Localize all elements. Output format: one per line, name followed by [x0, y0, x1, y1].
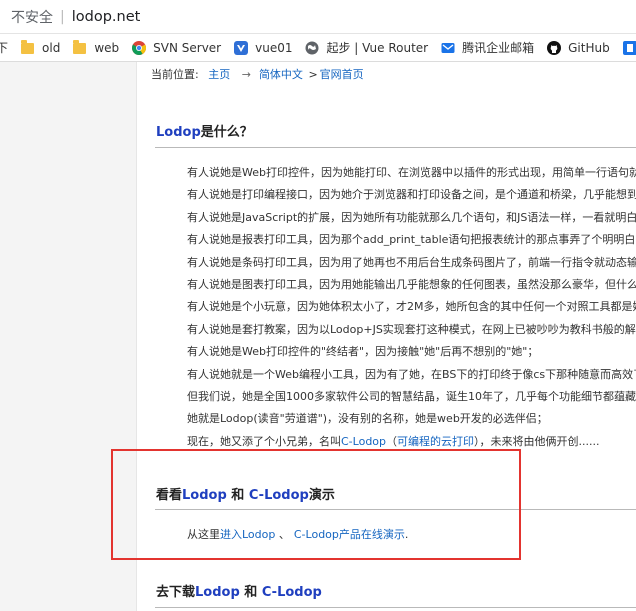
bookmark-github[interactable]: GitHub	[547, 40, 610, 55]
section-title-download: 去下载Lodop 和 C-Lodop	[156, 581, 322, 600]
clodop-link[interactable]: C-Lodop	[341, 435, 386, 448]
intro-line: 有人说她是报表打印工具，因为那个add_print_table语句把报表统计的那…	[187, 233, 636, 247]
folder-icon	[73, 39, 87, 55]
intro-line: 有人说她是套打教案，因为以Lodop+JS实现套打这种模式，在网上已被吵吵为教科…	[187, 322, 636, 336]
breadcrumb-page-link[interactable]: 官网首页	[320, 68, 364, 81]
bookmark-label: 下	[0, 39, 8, 56]
address-bar[interactable]: 不安全 | lodop.net	[0, 0, 636, 34]
bookmark-partial[interactable]: 下	[0, 39, 8, 56]
vue-icon	[234, 40, 249, 55]
bookmark-label: 起步 | Vue Router	[326, 41, 429, 55]
url-text[interactable]: lodop.net	[72, 9, 141, 25]
intro-line: 有人说她是打印编程接口，因为她介于浏览器和打印设备之间，是个通道和桥梁，几乎能想…	[187, 188, 636, 202]
intro-line: 有人说她是JavaScript的扩展，因为她所有功能就那么几个语句，和JS语法一…	[187, 210, 636, 224]
title-highlight: Lodop	[156, 125, 201, 140]
bookmark-vue01[interactable]: vue01	[234, 40, 293, 55]
intro-line: 她就是Lodop(读音"劳道谱")，没有别的名称，她是web开发的必选伴侣；	[187, 412, 548, 426]
breadcrumb-arrow: →	[241, 68, 251, 81]
bookmark-web[interactable]: web	[73, 39, 120, 55]
bookmark-tencent-mail[interactable]: 腾讯企业邮箱	[441, 39, 534, 56]
bookmark-label: web	[94, 40, 120, 55]
text: 和	[239, 585, 262, 600]
intro-line: 有人说她是个小玩意，因为她体积太小了，才2M多，她所包含的其中任何一个对照工具都…	[187, 300, 636, 314]
text: 现在，她又添了个小兄弟，名叫	[187, 434, 341, 448]
intro-line: 有人说她是条码打印工具，因为用了她再也不用后台生成条码图片了，前端一行指令就动态…	[187, 255, 636, 269]
bookmark-old[interactable]: old	[21, 39, 61, 55]
intro-line: 有人说她就是一个Web编程小工具，因为有了她，在BS下的打印终于像cs下那种随意…	[187, 367, 636, 381]
bookmark-label: GitHub	[568, 40, 610, 55]
breadcrumb: 当前位置: 主页 → 简体中文 > 官网首页	[151, 66, 364, 82]
globe-icon	[305, 41, 319, 55]
highlight-annotation-box	[111, 449, 521, 560]
bookmark-svn-server[interactable]: SVN Server	[132, 40, 222, 55]
breadcrumb-home-link[interactable]: 主页	[208, 68, 230, 81]
intro-line: 有人说她是Web打印控件的"终结者"，因为接触"她"后再不想别的"她"；	[187, 345, 539, 359]
title-highlight: C-Lodop	[261, 585, 322, 600]
text: （	[386, 434, 398, 448]
intro-line: 有人说她是Web打印控件，因为她能打印、在浏览器中以插件的形式出现，用简单一行语…	[187, 166, 636, 179]
cloud-print-link[interactable]: 可编程的云打印	[397, 435, 474, 448]
intro-line: 有人说她是图表打印工具，因为用她能输出几乎能想象的任何图表，虽然没那么豪华，但什…	[187, 278, 636, 292]
breadcrumb-lang-link[interactable]: 简体中文	[259, 68, 303, 81]
breadcrumb-separator: >	[308, 68, 318, 81]
breadcrumb-prefix: 当前位置:	[151, 68, 199, 81]
intro-line: 但我们说，她是全国1000多家软件公司的智慧结晶，诞生10年了，几乎每个功能细节…	[187, 390, 636, 404]
section-title-what-is-lodop: Lodop是什么？	[156, 121, 253, 140]
bookmark-label: 腾讯企业邮箱	[462, 41, 535, 55]
app-icon	[622, 40, 636, 55]
bookmark-label: old	[42, 40, 61, 55]
text: ），未来将由他俩开创......	[474, 434, 600, 448]
bookmarks-bar: 下 old web SVN Server vue01 起步 | Vue Rout…	[0, 34, 636, 62]
bookmark-label: vue01	[255, 40, 293, 55]
security-indicator[interactable]: 不安全	[11, 7, 53, 27]
github-icon	[547, 40, 562, 55]
tencent-mail-icon	[441, 41, 455, 55]
bookmark-app[interactable]	[622, 40, 636, 55]
chrome-icon	[132, 40, 147, 55]
bookmark-label: SVN Server	[153, 40, 222, 55]
intro-paragraph: 有人说她是Web打印控件，因为她能打印、在浏览器中以插件的形式出现，用简单一行语…	[187, 162, 636, 453]
text: 去下载	[156, 585, 196, 600]
section-divider	[155, 147, 636, 148]
title-highlight: Lodop	[195, 585, 240, 600]
address-separator: |	[60, 8, 65, 25]
folder-icon	[21, 39, 35, 55]
section-divider	[155, 607, 636, 608]
bookmark-vue-router[interactable]: 起步 | Vue Router	[305, 39, 428, 56]
title-rest: 是什么？	[200, 125, 253, 140]
